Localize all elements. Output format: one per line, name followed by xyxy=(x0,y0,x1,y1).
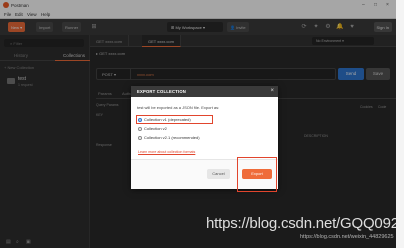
radio-icon xyxy=(138,126,142,131)
option-collection-v2[interactable]: Collection v2 xyxy=(138,126,167,132)
watermark-subtext: https://blog.csdn.net/weixin_44829625 xyxy=(300,234,394,240)
annotation-highlight-box xyxy=(237,157,277,192)
learn-more-link[interactable]: Learn more about collection formats xyxy=(138,150,195,154)
watermark-text: https://blog.csdn.net/GQQ0926 xyxy=(206,215,396,232)
radio-icon xyxy=(138,135,142,140)
scrollbar[interactable] xyxy=(396,0,404,248)
cancel-button[interactable]: Cancel xyxy=(207,169,230,179)
dialog-header: EXPORT COLLECTION × xyxy=(131,86,278,97)
option-collection-v2-1[interactable]: Collection v2.1 (recommended) xyxy=(138,135,200,141)
postman-window: Postman – □ × File Edit View Help New ▾ … xyxy=(0,0,396,248)
dialog-title: EXPORT COLLECTION xyxy=(137,89,186,94)
dialog-description: test will be exported as a JSON file. Ex… xyxy=(137,105,220,110)
close-icon[interactable]: × xyxy=(270,88,274,94)
radio-selected-icon xyxy=(138,117,142,122)
option-collection-v1[interactable]: Collection v1 (deprecated) xyxy=(138,117,191,123)
